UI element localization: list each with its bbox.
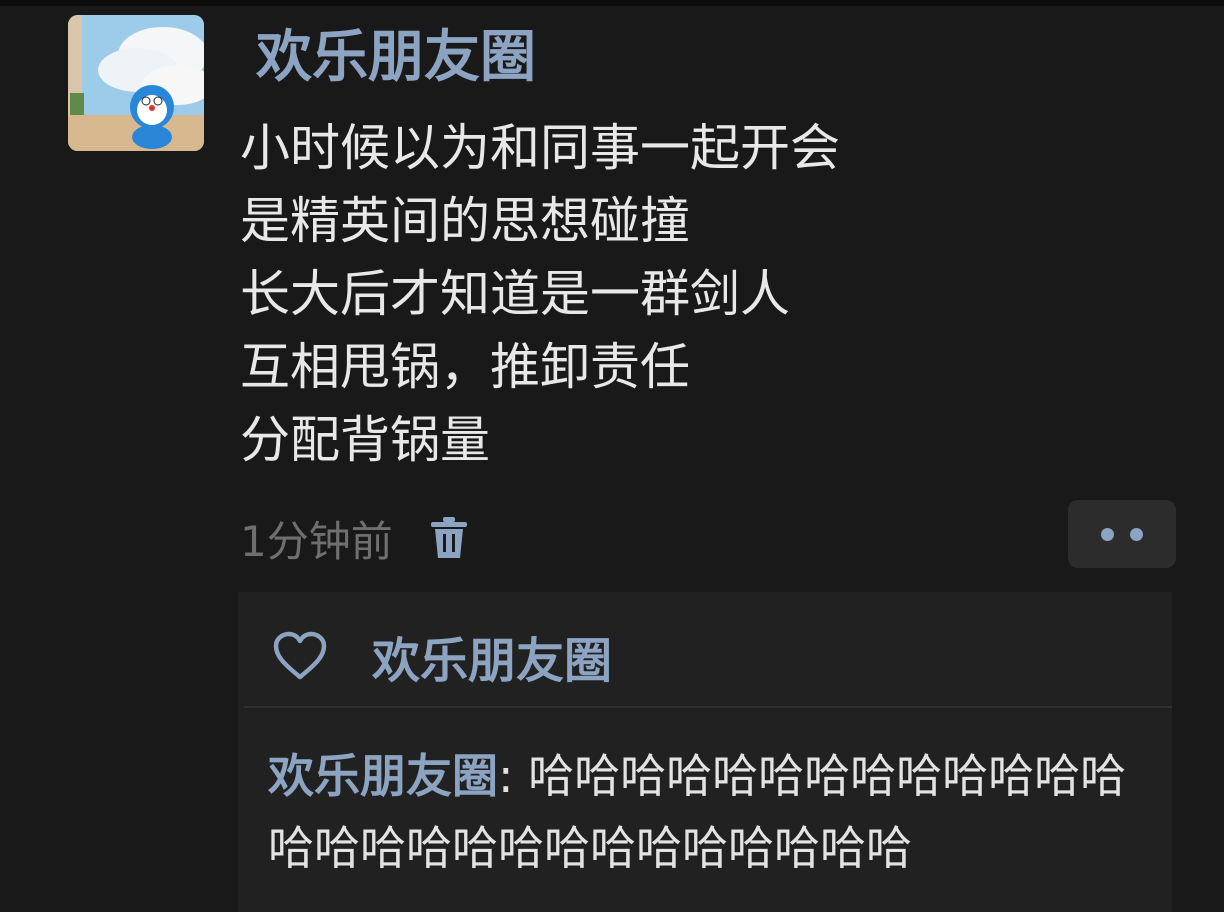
post-author-name[interactable]: 欢乐朋友圈 [256, 26, 536, 90]
more-dots-icon [1130, 527, 1143, 541]
post-line: 小时候以为和同事一起开会 [240, 119, 840, 177]
post-line: 互相甩锅，推卸责任 [240, 338, 690, 396]
avatar-picture [68, 15, 204, 151]
likes-comments-panel: 欢乐朋友圈 欢乐朋友圈: 哈哈哈哈哈哈哈哈哈哈哈哈哈哈哈哈哈哈哈哈哈哈哈哈哈哈哈 [238, 592, 1172, 912]
post-timestamp: 1分钟前 [240, 516, 393, 566]
post-text: 小时候以为和同事一起开会 是精英间的思想碰撞 长大后才知道是一群剑人 互相甩锅，… [240, 112, 840, 477]
divider [244, 706, 1172, 708]
post-meta: 1分钟前 [240, 508, 469, 568]
post-line: 分配背锅量 [240, 411, 490, 469]
post-line: 长大后才知道是一群剑人 [240, 265, 790, 323]
status-strip [0, 0, 1224, 6]
likes-row: 欢乐朋友圈 [238, 618, 1172, 694]
comment-separator: : [498, 749, 529, 803]
comment-item[interactable]: 欢乐朋友圈: 哈哈哈哈哈哈哈哈哈哈哈哈哈哈哈哈哈哈哈哈哈哈哈哈哈哈哈 [268, 740, 1172, 884]
trash-icon[interactable] [429, 516, 469, 560]
post-line: 是精英间的思想碰撞 [240, 192, 690, 250]
more-dots-icon [1101, 527, 1114, 541]
like-user-name[interactable]: 欢乐朋友圈 [372, 621, 612, 691]
heart-icon [272, 631, 328, 681]
avatar[interactable] [68, 15, 204, 151]
comment-author[interactable]: 欢乐朋友圈 [268, 749, 498, 803]
more-actions-button[interactable] [1068, 500, 1176, 568]
